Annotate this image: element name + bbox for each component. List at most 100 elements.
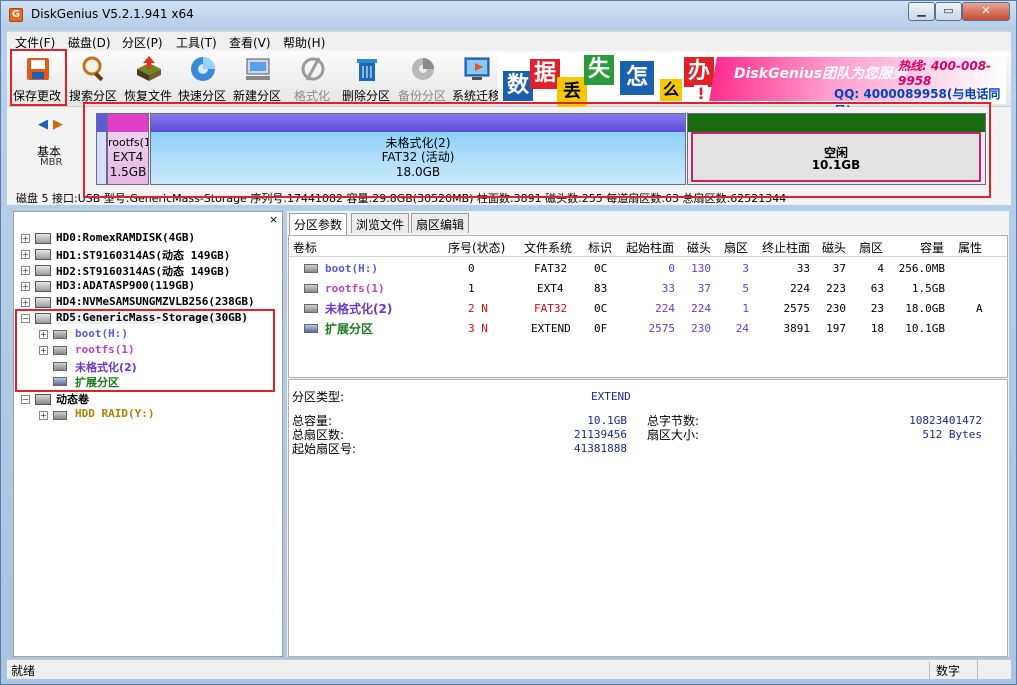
tree-disk-hd3[interactable]: HD3:ADATASP900(119GB) (56, 279, 195, 292)
banner-char: 办 (684, 57, 714, 87)
col-header-index[interactable]: 序号(状态) (448, 239, 505, 256)
row-end-cyl: 3891 (783, 322, 811, 335)
banner-char: 怎 (620, 61, 654, 95)
col-header-end-cyl[interactable]: 终止柱面 (762, 239, 810, 256)
resize-grip[interactable] (977, 660, 1011, 680)
row-start-head: 224 (691, 302, 711, 315)
col-header-id[interactable]: 标识 (588, 239, 612, 256)
col-header-capacity[interactable]: 容量 (920, 239, 944, 256)
title-bar[interactable]: G DiskGenius V5.2.1.941 x64 ▁ ▭ ✕ (1, 1, 1016, 29)
partition-icon (304, 304, 318, 313)
info-sector-size-label: 扇区大小: (647, 428, 700, 442)
col-header-end-sector[interactable]: 扇区 (859, 239, 883, 256)
tree-disk-hd4[interactable]: HD4:NVMeSAMSUNGMZVLB256(238GB) (56, 295, 255, 308)
info-total-sectors-value: 21139456 (574, 428, 627, 441)
menu-tools[interactable]: 工具(T) (176, 34, 217, 51)
row-end-cyl: 224 (790, 282, 810, 295)
col-header-fs[interactable]: 文件系统 (524, 239, 572, 256)
row-start-sector: 24 (735, 322, 749, 335)
tab-browse-files[interactable]: 浏览文件 (351, 213, 410, 233)
row-end-head: 37 (832, 262, 846, 275)
banner-char: 么 (660, 79, 682, 101)
menu-help[interactable]: 帮助(H) (283, 34, 325, 51)
banner-title: DiskGenius团队为您服务 (734, 66, 907, 82)
maximize-button[interactable]: ▭ (935, 2, 962, 21)
col-header-start-sector[interactable]: 扇区 (724, 239, 748, 256)
highlight-frame-save (10, 49, 67, 106)
row-index: 3 N (468, 322, 488, 335)
row-id: 83 (594, 282, 608, 295)
format-button[interactable]: 格式化 (283, 51, 341, 105)
row-end-cyl: 33 (796, 262, 810, 275)
hard-disk-icon (35, 281, 51, 292)
expand-icon[interactable]: + (21, 282, 30, 291)
tab-sector-edit[interactable]: 扇区编辑 (411, 213, 470, 233)
menu-disk[interactable]: 磁盘(D) (68, 34, 111, 51)
row-end-head: 197 (826, 322, 846, 335)
restore-icon (137, 56, 161, 81)
col-header-end-head[interactable]: 磁头 (822, 239, 846, 256)
highlight-frame-tree (15, 309, 275, 392)
numlock-indicator: 数字 (929, 662, 975, 679)
row-index: 0 (468, 262, 475, 275)
col-header-attr[interactable]: 属性 (958, 239, 982, 256)
expand-icon[interactable]: + (39, 411, 48, 420)
tab-partition-params[interactable]: 分区参数 (289, 213, 348, 235)
row-label[interactable]: 扩展分区 (325, 320, 373, 337)
row-index: 2 N (468, 302, 488, 315)
row-fs: FAT32 (534, 302, 568, 315)
row-capacity: 1.5GB (911, 282, 945, 295)
row-label[interactable]: 未格式化(2) (325, 300, 392, 317)
ad-banner[interactable]: 数 据 丢 失 怎 么 办 ! DiskGenius团队为您服务 热线: 400… (498, 53, 1007, 118)
row-capacity: 18.0GB (905, 302, 945, 315)
next-disk-icon[interactable]: ▶ (53, 117, 63, 132)
search-icon (82, 56, 104, 82)
new-partition-button[interactable]: 新建分区 (228, 51, 286, 105)
menu-view[interactable]: 查看(V) (229, 34, 271, 51)
prev-disk-icon[interactable]: ◀ (38, 117, 48, 132)
banner-char: 据 (530, 59, 560, 89)
partition-icon (304, 284, 318, 293)
banner-char: 数 (503, 71, 533, 101)
row-end-sector: 4 (877, 262, 884, 275)
restore-files-button[interactable]: 恢复文件 (119, 51, 177, 105)
close-button[interactable]: ✕ (962, 2, 1010, 21)
collapse-icon[interactable]: − (21, 395, 30, 404)
expand-icon[interactable]: + (21, 250, 30, 259)
tree-disk-hd1[interactable]: HD1:ST9160314AS(动态 149GB) (56, 247, 230, 263)
tree-raid-volume[interactable]: HDD RAID(Y:) (75, 407, 154, 420)
row-start-sector: 1 (742, 302, 749, 315)
row-capacity: 256.0MB (898, 262, 945, 275)
quick-partition-button[interactable]: 快速分区 (173, 51, 231, 105)
system-migration-button[interactable]: 系统迁移 (447, 51, 505, 105)
row-attr: A (976, 302, 983, 315)
tree-dynamic-volume[interactable]: 动态卷 (56, 391, 89, 407)
hard-disk-icon (35, 233, 51, 244)
status-text: 就绪 (11, 664, 36, 678)
minimize-button[interactable]: ▁ (908, 2, 935, 21)
partition-scheme-label: MBR (40, 157, 63, 168)
row-start-sector: 3 (742, 262, 749, 275)
menu-partition[interactable]: 分区(P) (122, 34, 163, 51)
expand-icon[interactable]: + (21, 234, 30, 243)
search-partition-button[interactable]: 搜索分区 (64, 51, 122, 105)
row-start-cyl: 0 (668, 262, 675, 275)
tree-close-icon[interactable]: × (269, 213, 278, 226)
expand-icon[interactable]: + (21, 298, 30, 307)
expand-icon[interactable]: + (21, 266, 30, 275)
col-header-label[interactable]: 卷标 (293, 239, 317, 256)
tree-disk-hd2[interactable]: HD2:ST9160314AS(动态 149GB) (56, 263, 230, 279)
info-sector-size-value: 512 Bytes (922, 428, 982, 441)
status-bar: 就绪 数字 (7, 659, 1011, 680)
tree-disk-hd0[interactable]: HD0:RomexRAMDISK(4GB) (56, 231, 195, 244)
row-label[interactable]: rootfs(1) (325, 282, 385, 295)
col-header-start-cyl[interactable]: 起始柱面 (626, 239, 674, 256)
col-header-start-head[interactable]: 磁头 (687, 239, 711, 256)
row-label[interactable]: boot(H:) (325, 262, 378, 275)
new-partition-icon (246, 58, 270, 80)
delete-partition-button[interactable]: 删除分区 (337, 51, 395, 105)
info-start-sector-value: 41381888 (574, 442, 627, 455)
info-type-label: 分区类型: (292, 390, 345, 404)
row-start-head: 37 (697, 282, 711, 295)
backup-partition-button[interactable]: 备份分区 (393, 51, 451, 105)
